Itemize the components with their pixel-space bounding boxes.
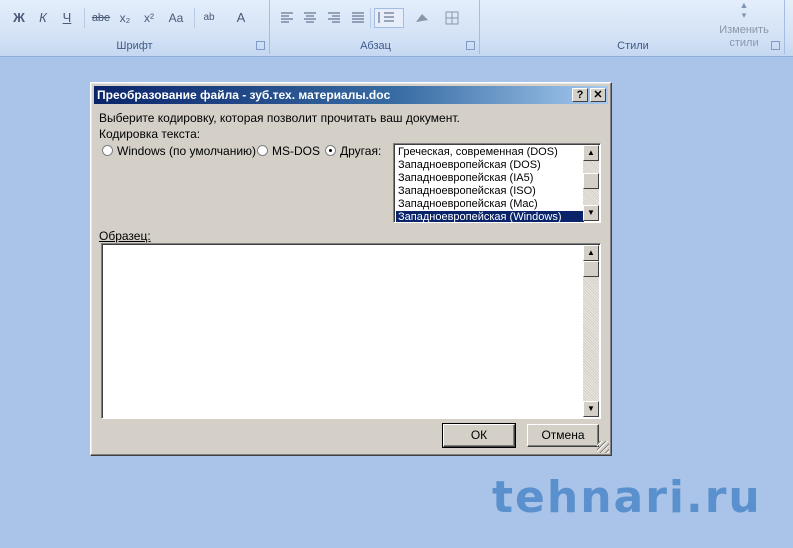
- separator: [84, 8, 85, 28]
- scroll-up-icon[interactable]: ▲: [583, 245, 599, 261]
- bold-button[interactable]: Ж: [8, 8, 30, 28]
- separator: [370, 8, 371, 28]
- paragraph-group-label: Абзац: [360, 40, 391, 52]
- dialog-prompt: Выберите кодировку, которая позволит про…: [99, 111, 460, 125]
- watermark: tehnari.ru: [492, 472, 762, 523]
- list-item[interactable]: Западноевропейская (IA5): [396, 172, 584, 185]
- font-color-button[interactable]: A: [230, 8, 252, 28]
- radio-msdos-label[interactable]: MS-DOS: [272, 144, 320, 158]
- sample-preview[interactable]: ▲ ▼: [101, 243, 601, 419]
- encoding-label: Кодировка текста:: [99, 127, 201, 141]
- sample-scrollbar[interactable]: ▲ ▼: [583, 245, 599, 417]
- shading-borders-icon[interactable]: [412, 8, 472, 28]
- more-icon: ▾: [741, 10, 747, 20]
- change-styles-label: Изменить: [719, 24, 769, 36]
- scroll-up-icon: ▲: [739, 0, 749, 10]
- align-buttons[interactable]: [278, 10, 370, 26]
- ok-button[interactable]: ОК: [442, 423, 516, 448]
- radio-other[interactable]: [325, 145, 336, 156]
- radio-other-label[interactable]: Другая:: [340, 144, 381, 158]
- close-button[interactable]: ✕: [590, 88, 606, 102]
- list-item[interactable]: Западноевропейская (DOS): [396, 159, 584, 172]
- highlight-button[interactable]: ab: [198, 8, 220, 28]
- resize-grip-icon[interactable]: [597, 441, 609, 453]
- styles-group: ▲ ▾ Изменить стили Стили: [482, 0, 785, 54]
- list-item[interactable]: Западноевропейская (ISO): [396, 185, 584, 198]
- paragraph-group: Абзац: [272, 0, 480, 54]
- styles-group-label: Стили: [617, 40, 649, 52]
- listbox-scrollbar[interactable]: ▲ ▼: [583, 145, 599, 221]
- italic-button[interactable]: К: [32, 8, 54, 28]
- paragraph-dialog-launcher-icon[interactable]: [466, 41, 475, 50]
- radio-windows[interactable]: [102, 145, 113, 156]
- encoding-listbox[interactable]: Греческая, современная (DOS) Западноевро…: [393, 143, 601, 223]
- list-item-selected[interactable]: Западноевропейская (Windows): [396, 211, 584, 222]
- scroll-thumb[interactable]: [583, 261, 599, 277]
- underline-button[interactable]: Ч: [56, 8, 78, 28]
- dialog-titlebar[interactable]: Преобразование файла - зуб.тех. материал…: [94, 86, 608, 104]
- file-conversion-dialog: Преобразование файла - зуб.тех. материал…: [90, 82, 612, 456]
- help-button[interactable]: ?: [572, 88, 588, 102]
- radio-msdos[interactable]: [257, 145, 268, 156]
- font-group-label: Шрифт: [116, 40, 153, 52]
- ribbon: Ж К Ч abe x₂ x² Aa ab A Шрифт Абзац ▲ ▾ …: [0, 0, 793, 57]
- scroll-thumb[interactable]: [583, 173, 599, 189]
- line-spacing-icon[interactable]: [374, 8, 404, 28]
- superscript-button[interactable]: x²: [138, 8, 160, 28]
- scroll-up-icon[interactable]: ▲: [583, 145, 599, 161]
- font-dialog-launcher-icon[interactable]: [256, 41, 265, 50]
- strikethrough-button[interactable]: abe: [90, 8, 112, 28]
- scroll-down-icon[interactable]: ▼: [583, 401, 599, 417]
- styles-dialog-launcher-icon[interactable]: [771, 41, 780, 50]
- separator: [194, 8, 195, 28]
- list-item[interactable]: Греческая, современная (DOS): [396, 146, 584, 159]
- cancel-button[interactable]: Отмена: [527, 424, 599, 447]
- radio-windows-label[interactable]: Windows (по умолчанию): [117, 144, 256, 158]
- subscript-button[interactable]: x₂: [114, 8, 136, 28]
- dialog-title: Преобразование файла - зуб.тех. материал…: [97, 88, 391, 102]
- sample-label: Образец:: [99, 229, 151, 243]
- scroll-down-icon[interactable]: ▼: [583, 205, 599, 221]
- change-case-button[interactable]: Aa: [162, 8, 190, 28]
- font-group: Ж К Ч abe x₂ x² Aa ab A Шрифт: [0, 0, 270, 54]
- list-item[interactable]: Западноевропейская (Mac): [396, 198, 584, 211]
